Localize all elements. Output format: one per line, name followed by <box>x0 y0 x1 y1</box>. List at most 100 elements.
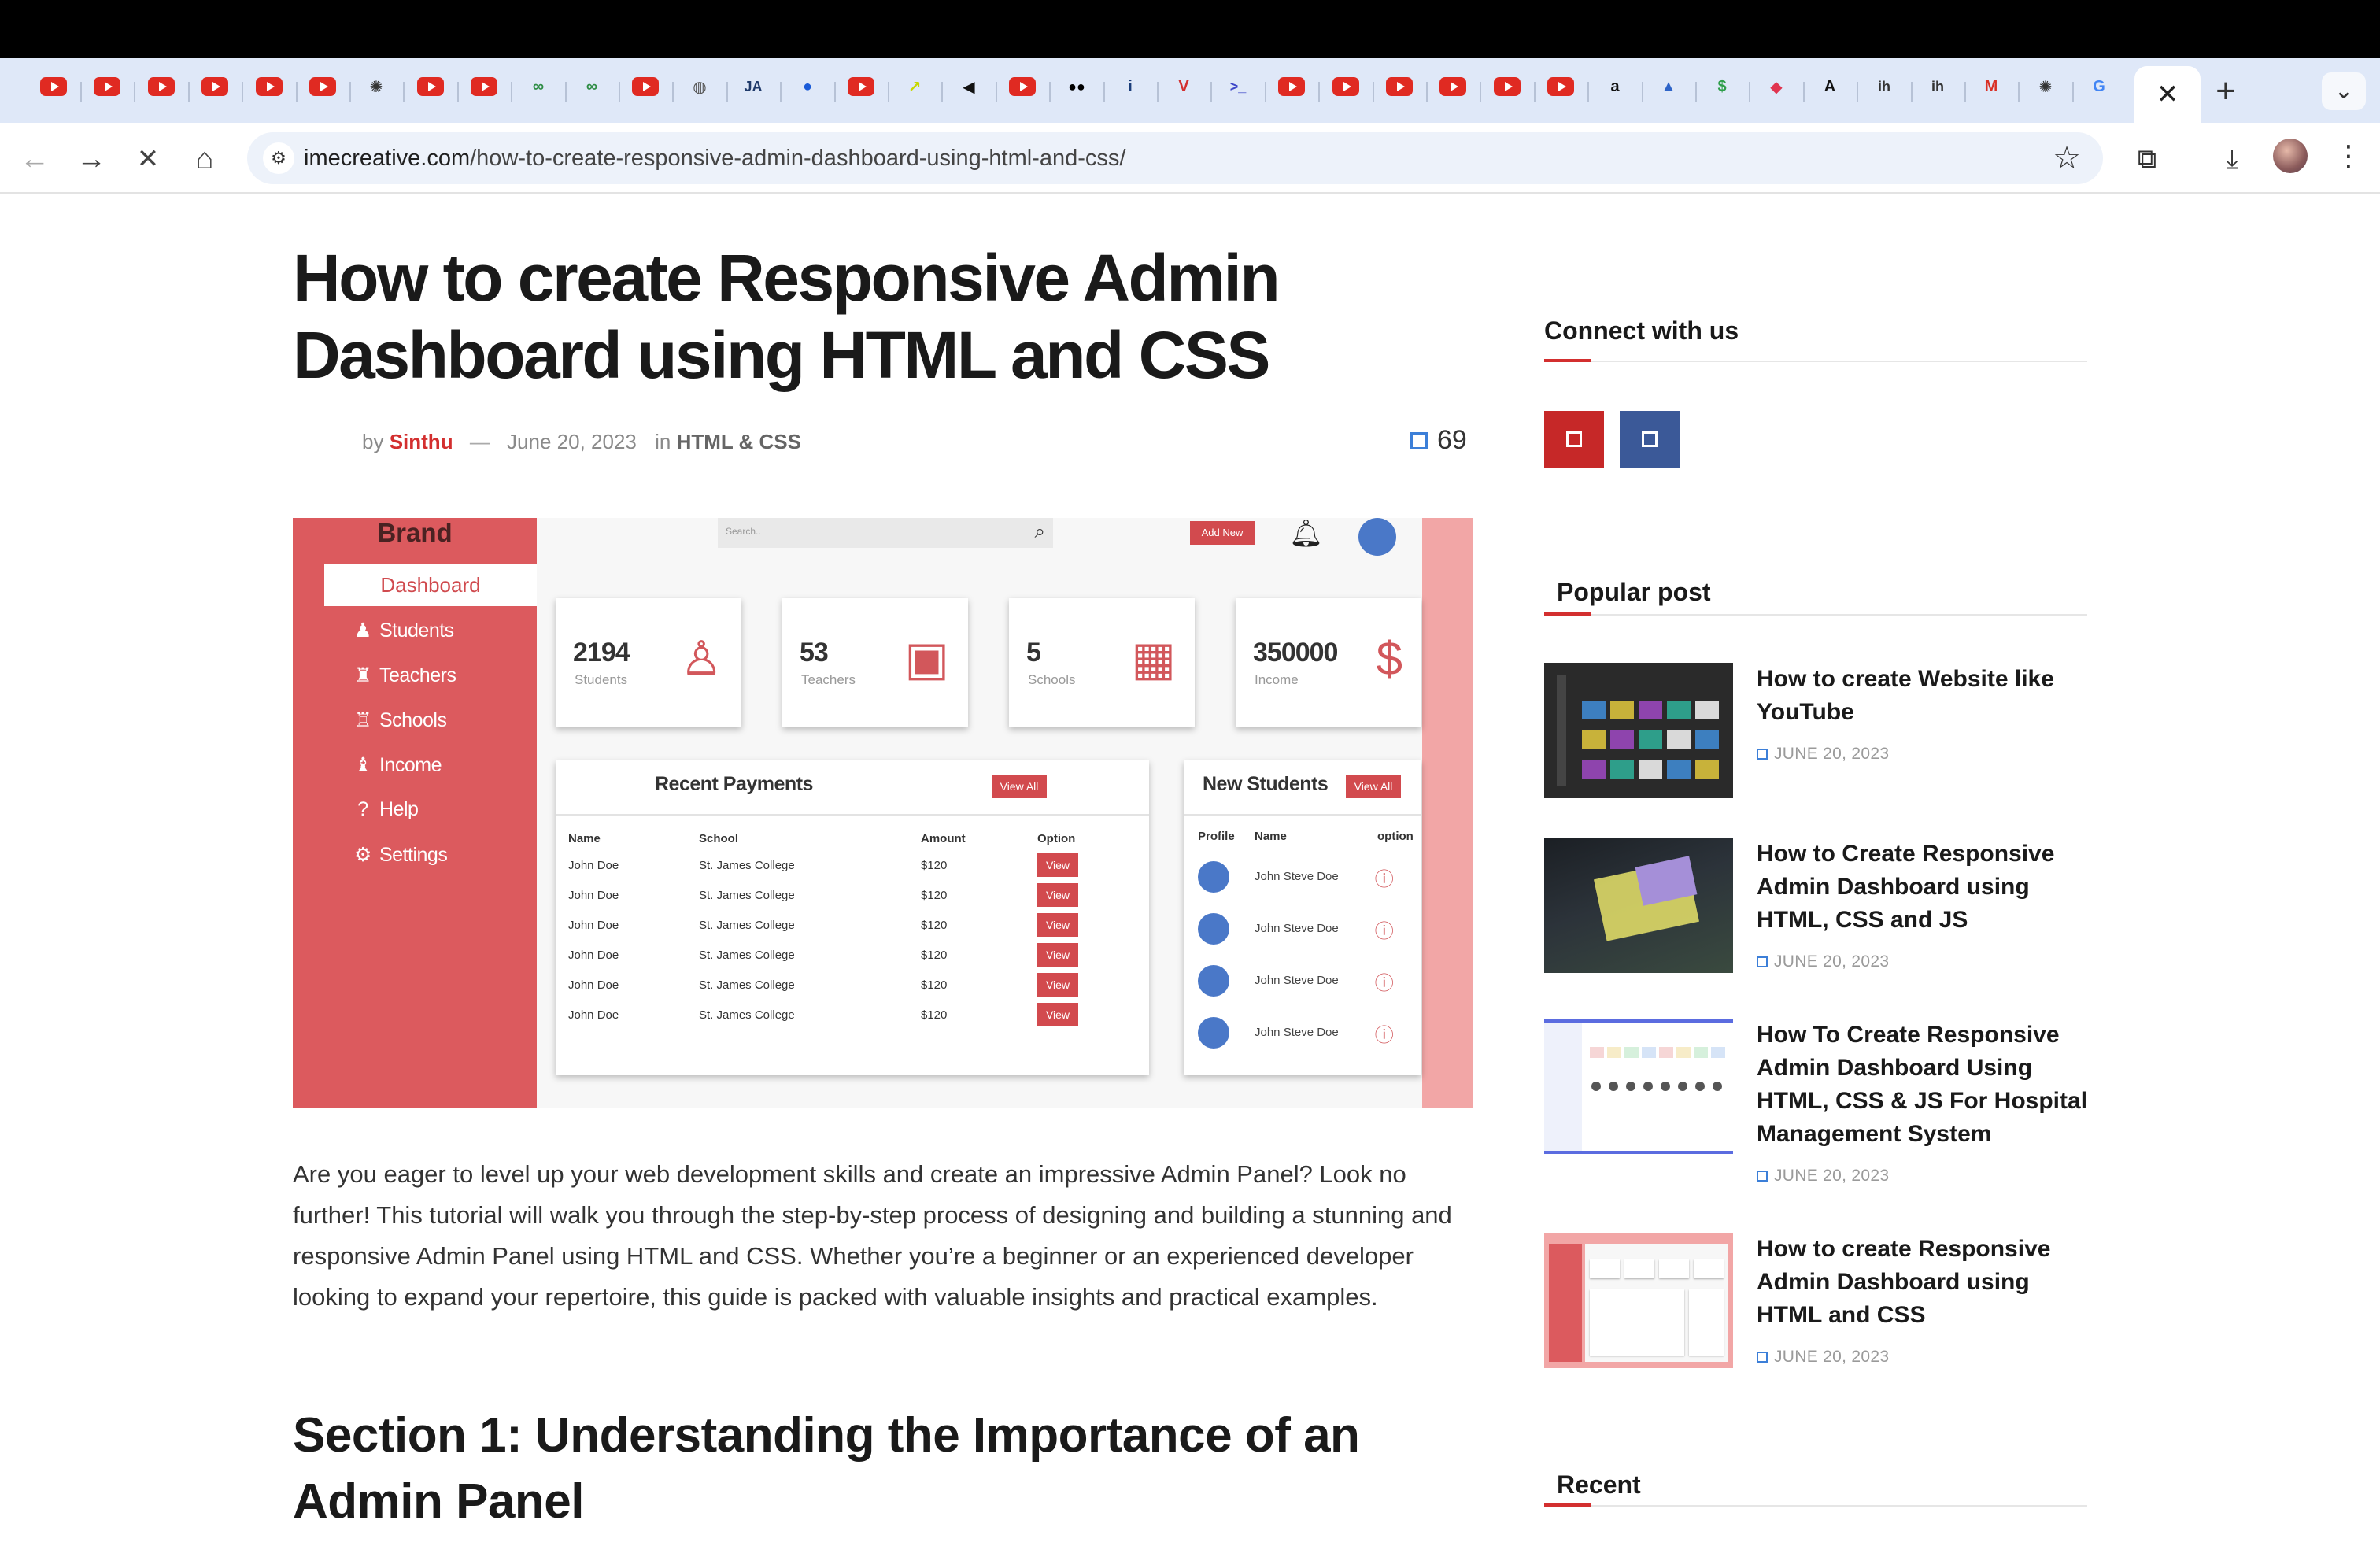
globe-icon: ◍ <box>693 78 707 96</box>
browser-tab[interactable]: M <box>1975 71 2007 102</box>
browser-tab[interactable]: G <box>2083 71 2115 102</box>
site-info-icon[interactable]: ⚙ <box>263 142 294 174</box>
browser-tab[interactable] <box>307 71 338 102</box>
post-title[interactable]: How to create Responsive Admin Dashboard… <box>1757 1233 2095 1332</box>
browser-tab[interactable]: ih <box>1922 71 1953 102</box>
browser-tab[interactable] <box>253 71 285 102</box>
browser-tab[interactable]: ∞ <box>576 71 608 102</box>
mock-th: School <box>699 831 739 845</box>
mock-td: $120 <box>921 888 948 902</box>
url-text[interactable]: imecreative.com/how-to-create-responsive… <box>304 146 1125 172</box>
category-link[interactable]: HTML & CSS <box>677 430 801 453</box>
browser-menu-icon[interactable]: ⋮ <box>2334 140 2363 175</box>
mock-payments-view-all: View All <box>992 775 1047 798</box>
tab-separator <box>403 82 405 102</box>
ih-icon: ih <box>1878 78 1890 94</box>
browser-tab[interactable]: ●● <box>1061 71 1092 102</box>
browser-tab[interactable] <box>1384 71 1415 102</box>
youtube-icon <box>40 77 67 96</box>
close-tab-icon[interactable]: ✕ <box>2156 79 2179 110</box>
browser-tab[interactable] <box>1491 71 1523 102</box>
post-date-text: JUNE 20, 2023 <box>1774 1167 1890 1185</box>
article-title: How to create Responsive Admin Dashboard… <box>293 241 1281 392</box>
mock-view-button: View <box>1037 1003 1078 1026</box>
author-link[interactable]: Sinthu <box>390 430 453 453</box>
social-button[interactable] <box>1620 411 1680 468</box>
tab-separator <box>80 82 82 102</box>
browser-tab[interactable]: $ <box>1706 71 1738 102</box>
browser-tab[interactable] <box>199 71 231 102</box>
mock-th: Amount <box>921 831 966 845</box>
mock-stat-label: Students <box>575 672 628 687</box>
browser-tab[interactable] <box>468 71 500 102</box>
post-title[interactable]: How To Create Responsive Admin Dashboard… <box>1757 1019 2095 1151</box>
featured-image: Brand Dashboard ♟ Students ♜ Teachers ♖ Schoo… <box>293 518 1473 1108</box>
tab-separator <box>1373 82 1374 102</box>
browser-tab[interactable]: >_ <box>1222 71 1254 102</box>
dev-icon: A <box>1824 77 1836 95</box>
browser-tab[interactable] <box>146 71 177 102</box>
hospital-dashboard-thumbnail[interactable] <box>1544 1019 1733 1154</box>
bookmark-star-icon[interactable]: ☆ <box>2053 140 2081 176</box>
browser-tab[interactable]: ◍ <box>684 71 715 102</box>
youtube-icon <box>417 77 444 96</box>
browser-tab[interactable]: ih <box>1868 71 1900 102</box>
browser-tab[interactable] <box>630 71 661 102</box>
browser-tab[interactable]: ✺ <box>360 71 392 102</box>
browser-tab[interactable]: ↗ <box>899 71 930 102</box>
browser-tab[interactable]: a <box>1599 71 1631 102</box>
browser-tab[interactable] <box>1007 71 1038 102</box>
new-tab-button[interactable]: + <box>2204 74 2248 109</box>
mock-dashboard-item: Dashboard <box>324 564 537 606</box>
mock-view-button: View <box>1037 943 1078 967</box>
mock-stat-label: Teachers <box>801 672 856 687</box>
browser-tab[interactable]: A <box>1814 71 1846 102</box>
browser-tab[interactable]: ◀ <box>953 71 985 102</box>
back-button[interactable]: ← <box>16 140 54 178</box>
mock-student-avatar <box>1198 1017 1229 1049</box>
tab-separator <box>834 82 836 102</box>
social-button[interactable] <box>1544 411 1604 468</box>
browser-tab[interactable] <box>415 71 446 102</box>
browser-tab[interactable] <box>1545 71 1576 102</box>
post-title[interactable]: How to create Website like YouTube <box>1757 663 2095 729</box>
stop-loading-button[interactable]: ✕ <box>129 140 167 178</box>
mock-search-placeholder: Search.. <box>726 526 761 537</box>
browser-tab[interactable]: JA <box>737 71 769 102</box>
openai-icon: ✺ <box>369 78 383 96</box>
student-card-icon: ♙ <box>680 632 722 685</box>
browser-tab[interactable] <box>845 71 877 102</box>
tab-separator <box>780 82 782 102</box>
browser-tab[interactable]: i <box>1114 71 1146 102</box>
browser-tab[interactable]: ● <box>792 71 823 102</box>
youtube-clone-thumbnail[interactable] <box>1544 663 1733 798</box>
browser-tab[interactable] <box>1276 71 1307 102</box>
home-button[interactable]: ⌂ <box>186 140 224 178</box>
tab-search-button[interactable]: ⌄ <box>2322 72 2366 110</box>
meta-by: by <box>362 430 384 453</box>
downloads-icon[interactable]: ⤓ <box>2213 140 2251 178</box>
browser-tab[interactable]: ▲ <box>1653 71 1684 102</box>
extensions-icon[interactable]: ⧉ <box>2128 140 2166 178</box>
browser-tab[interactable] <box>1330 71 1362 102</box>
tab-active[interactable]: ✕ <box>2134 66 2201 123</box>
browser-tab[interactable]: ✺ <box>2030 71 2061 102</box>
browser-tab[interactable]: V <box>1168 71 1199 102</box>
cube-icon: ◆ <box>1770 78 1783 96</box>
student-icon: ♟ <box>354 620 371 642</box>
post-title[interactable]: How to Create Responsive Admin Dashboard… <box>1757 838 2095 937</box>
browser-tab[interactable] <box>91 71 123 102</box>
comment-count[interactable]: 69 <box>1410 425 1467 456</box>
browser-tab[interactable] <box>38 71 69 102</box>
google-icon: G <box>2093 77 2105 95</box>
youtube-icon <box>1494 77 1521 96</box>
dark-dashboard-thumbnail[interactable] <box>1544 838 1733 973</box>
forward-button[interactable]: → <box>72 140 110 178</box>
browser-tab[interactable] <box>1437 71 1469 102</box>
browser-tab[interactable]: ◆ <box>1761 71 1792 102</box>
mock-recent-payments: Recent Payments View All Name School Amoun… <box>556 760 1149 1075</box>
browser-tab[interactable]: ∞ <box>523 71 554 102</box>
profile-avatar[interactable] <box>2273 139 2308 173</box>
pink-dashboard-thumbnail[interactable] <box>1544 1233 1733 1368</box>
address-bar[interactable]: ⚙ imecreative.com/how-to-create-responsi… <box>247 132 2103 184</box>
